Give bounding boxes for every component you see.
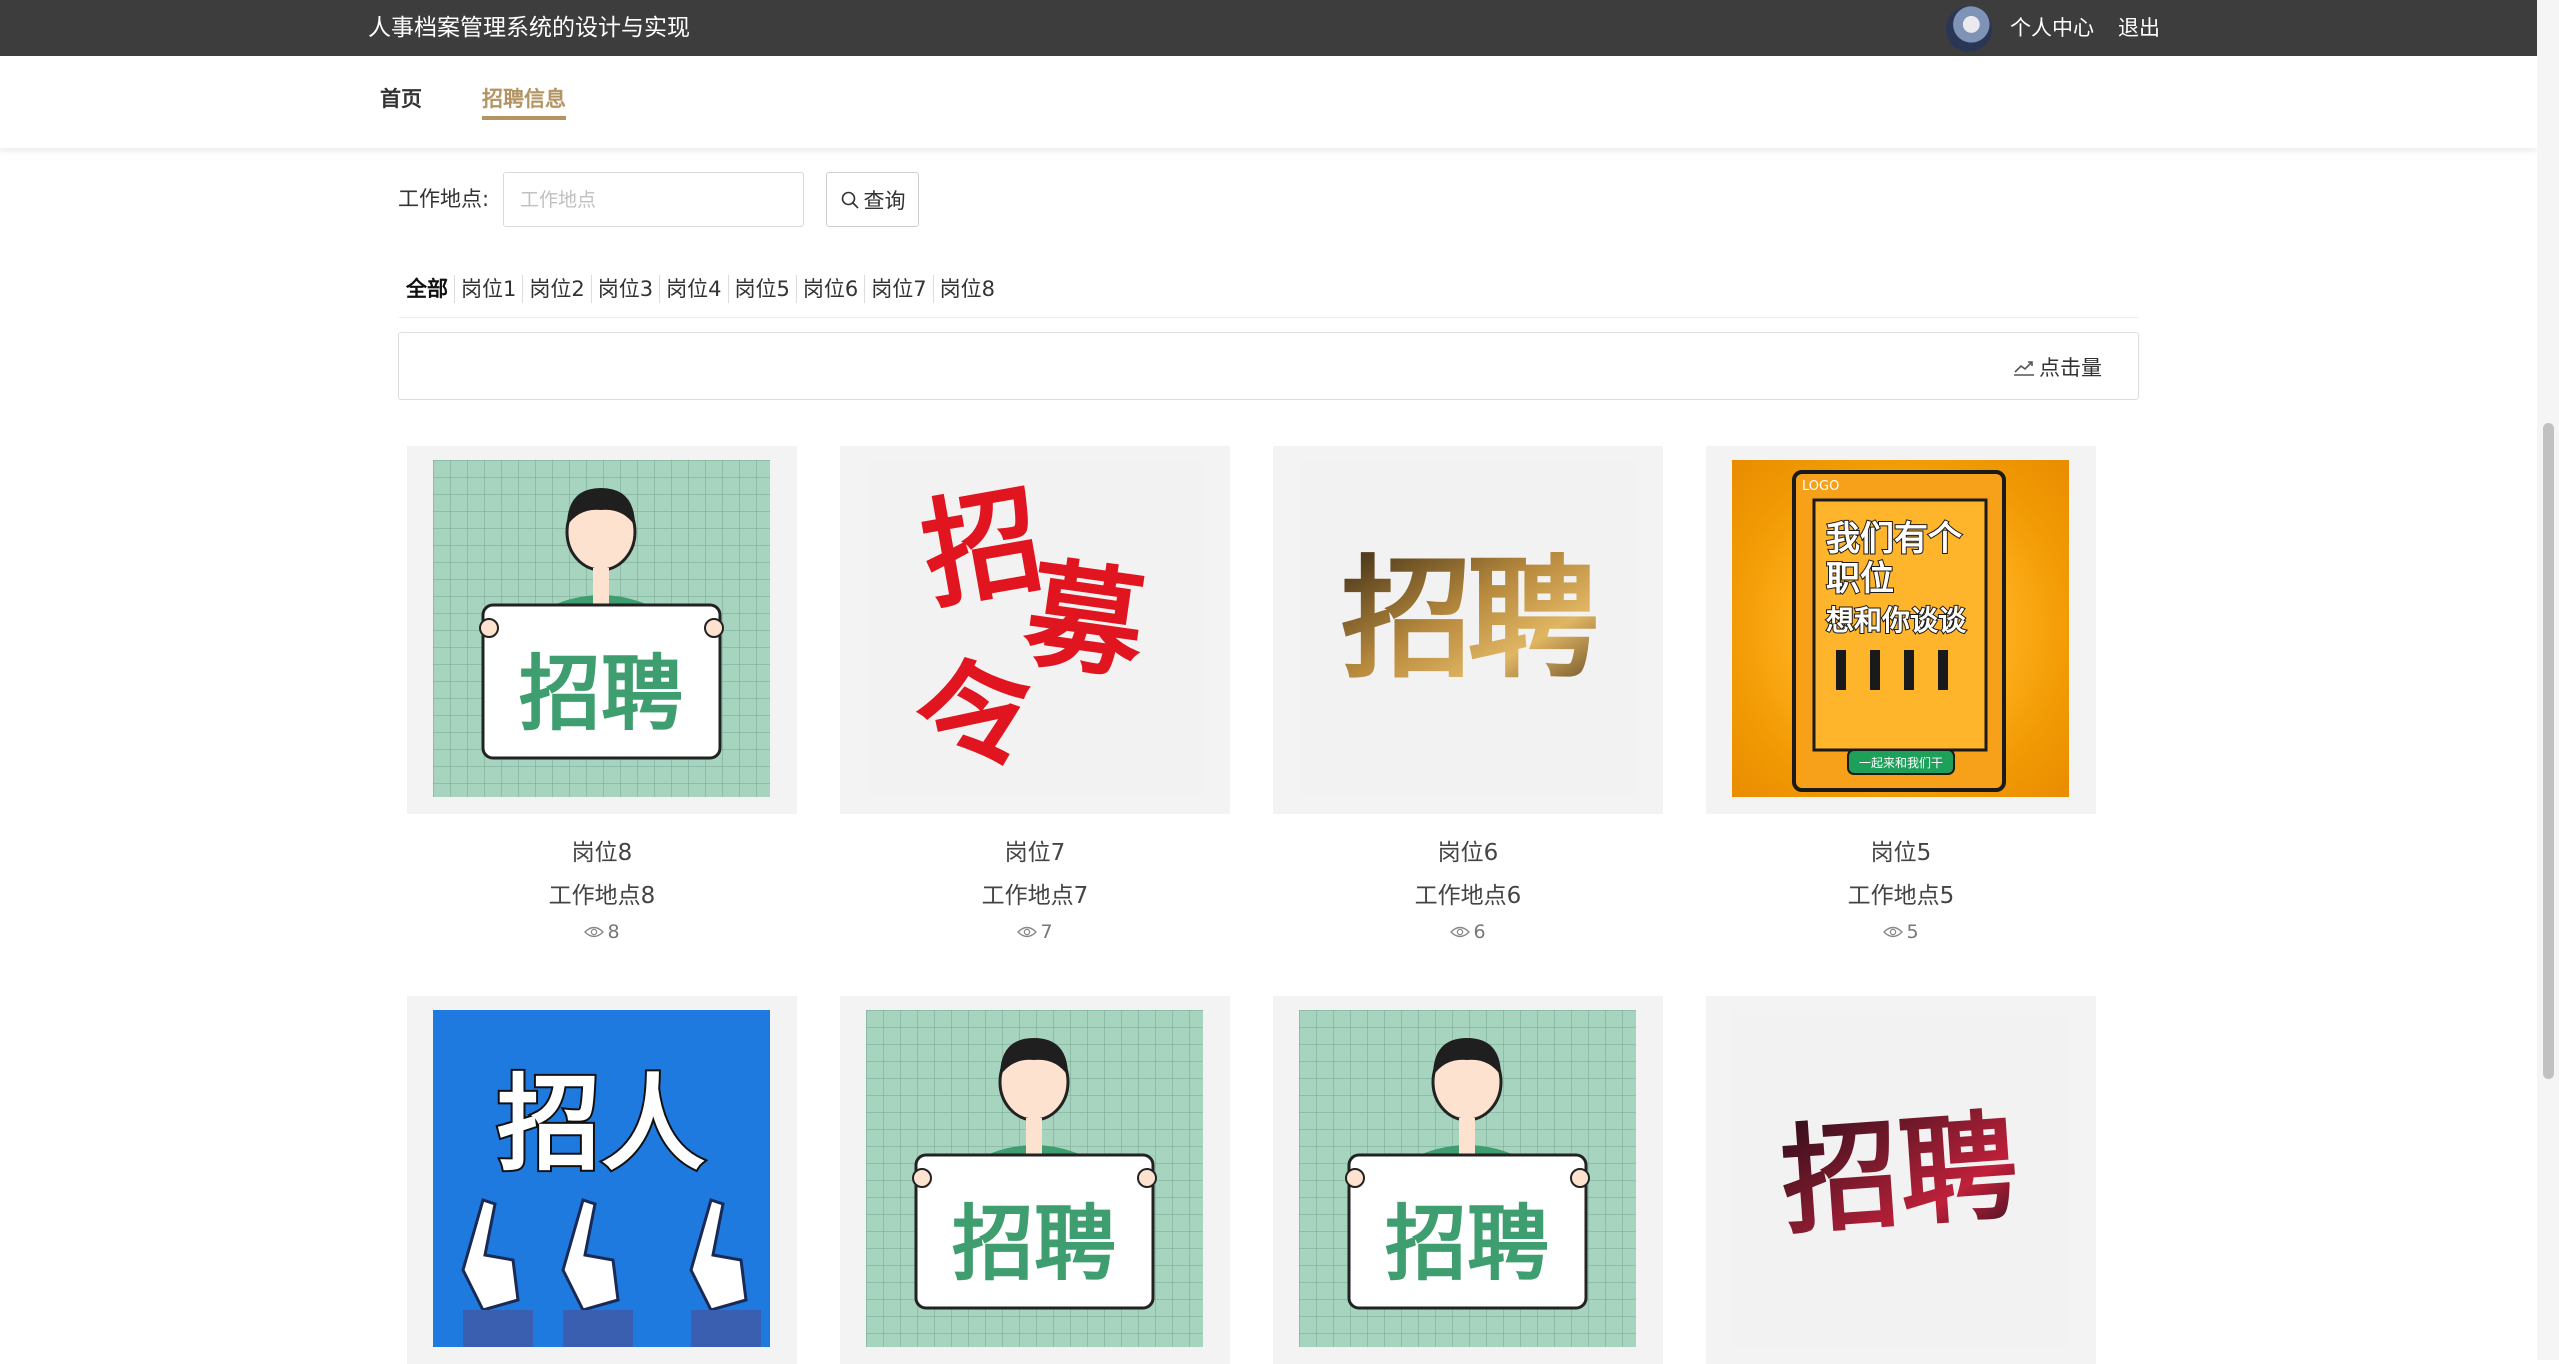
hiring-sign-text: 招聘 — [519, 647, 683, 742]
view-count: 7 — [1040, 921, 1053, 943]
job-views: 7 — [840, 919, 1230, 945]
top-bar: 人事档案管理系统的设计与实现 个人中心 退出 — [0, 0, 2537, 56]
search-icon — [841, 191, 859, 209]
page-scrollbar-thumb[interactable] — [2543, 423, 2554, 1079]
job-card-image-frame: LOGO 我们有个 职位 想和你谈谈 一起来和我们干 — [1706, 446, 2096, 814]
location-search-input[interactable] — [503, 172, 804, 227]
job-location: 工作地点8 — [548, 883, 656, 909]
hiring-sign-image: 招聘 — [866, 1010, 1203, 1347]
job-card-image-frame: 招 募 令 — [840, 446, 1230, 814]
nav-item-home[interactable]: 首页 — [380, 82, 422, 116]
calligraphy-char: 募 — [1016, 543, 1154, 697]
poster-line: 职位 — [1826, 559, 1894, 599]
gold-hiring-image: 招聘 — [1299, 460, 1636, 797]
job-card[interactable]: 招聘 — [1706, 996, 2096, 1364]
job-card[interactable]: 招聘 岗位6 工作地点6 6 — [1273, 446, 1663, 945]
job-card-image-frame: 招聘 — [1273, 446, 1663, 814]
view-count: 8 — [607, 921, 620, 943]
blue-hiring-image: 招人 — [433, 1010, 770, 1347]
category-tabs: 全部 岗位1 岗位2 岗位3 岗位4 岗位5 岗位6 岗位7 岗位8 — [399, 275, 2139, 318]
job-name: 岗位6 — [1437, 840, 1499, 866]
tab-position-7[interactable]: 岗位7 — [864, 275, 932, 303]
poster-logo: LOGO — [1802, 479, 1839, 494]
avatar[interactable] — [1946, 6, 1992, 52]
job-card[interactable]: LOGO 我们有个 职位 想和你谈谈 一起来和我们干 岗位5 工作地点5 5 — [1706, 446, 2096, 945]
trend-chart-icon — [2014, 361, 2034, 376]
sort-by-clicks-button[interactable]: 点击量 — [2013, 352, 2102, 382]
sort-bar: 点击量 — [398, 332, 2139, 400]
poster-line: 想和你谈谈 — [1826, 604, 1967, 637]
eye-icon — [1883, 926, 1904, 938]
sort-label: 点击量 — [2039, 356, 2102, 380]
poster-line: 我们有个 — [1826, 519, 1962, 559]
search-label: 工作地点: — [398, 187, 490, 211]
blue-hiring-text: 招人 — [497, 1063, 705, 1185]
view-count: 6 — [1473, 921, 1486, 943]
view-count: 5 — [1906, 921, 1919, 943]
job-location: 工作地点6 — [1414, 883, 1522, 909]
tab-position-3[interactable]: 岗位3 — [590, 275, 659, 303]
gold-hiring-text: 招聘 — [1341, 543, 1596, 697]
job-card-image-frame: 招聘 — [1706, 996, 2096, 1364]
nav-active-underline — [482, 116, 566, 120]
job-card[interactable]: 招 募 令 岗位7 工作地点7 7 — [840, 446, 1230, 945]
job-views: 5 — [1706, 919, 2096, 945]
search-button-label: 查询 — [863, 188, 906, 213]
job-views: 8 — [407, 919, 797, 945]
job-location: 工作地点5 — [1847, 883, 1955, 909]
hiring-sign-image: 招聘 — [1299, 1010, 1636, 1347]
poster-button-text: 一起来和我们干 — [1859, 755, 1943, 770]
tab-all[interactable]: 全部 — [399, 275, 454, 303]
logout-link[interactable]: 退出 — [2118, 11, 2160, 45]
job-name: 岗位5 — [1870, 840, 1932, 866]
nav-bar: 首页 招聘信息 — [0, 56, 2537, 148]
hiring-sign-image: 招聘 — [433, 460, 770, 797]
job-card[interactable]: 招聘 — [1273, 996, 1663, 1364]
job-location: 工作地点7 — [981, 883, 1089, 909]
hiring-sign-text: 招聘 — [1385, 1197, 1549, 1292]
job-card-image-frame: 招人 — [407, 996, 797, 1364]
job-name: 岗位8 — [571, 840, 633, 866]
job-card[interactable]: 招聘 岗位8 工作地点8 8 — [407, 446, 797, 945]
job-views: 6 — [1273, 919, 1663, 945]
job-card[interactable]: 招人 — [407, 996, 797, 1364]
orange-poster-image: LOGO 我们有个 职位 想和你谈谈 一起来和我们干 — [1732, 460, 2069, 797]
galaxy-hiring-text: 招聘 — [1777, 1097, 2022, 1251]
tab-position-8[interactable]: 岗位8 — [932, 275, 1001, 303]
eye-icon — [584, 926, 605, 938]
galaxy-hiring-image: 招聘 — [1732, 1010, 2069, 1347]
job-name: 岗位7 — [1004, 840, 1066, 866]
tab-position-4[interactable]: 岗位4 — [659, 275, 727, 303]
hiring-sign-text: 招聘 — [952, 1197, 1116, 1292]
search-button[interactable]: 查询 — [826, 172, 919, 227]
tab-position-2[interactable]: 岗位2 — [522, 275, 590, 303]
eye-icon — [1017, 926, 1038, 938]
eye-icon — [1450, 926, 1471, 938]
job-card[interactable]: 招聘 — [840, 996, 1230, 1364]
job-card-image-frame: 招聘 — [840, 996, 1230, 1364]
tab-position-1[interactable]: 岗位1 — [454, 275, 522, 303]
calligraphy-recruitment-image: 招 募 令 — [866, 460, 1203, 797]
app-title: 人事档案管理系统的设计与实现 — [368, 15, 690, 41]
tab-position-5[interactable]: 岗位5 — [727, 275, 796, 303]
job-card-image-frame: 招聘 — [407, 446, 797, 814]
job-card-image-frame: 招聘 — [1273, 996, 1663, 1364]
profile-link[interactable]: 个人中心 — [2010, 11, 2094, 45]
nav-item-recruitment[interactable]: 招聘信息 — [482, 82, 566, 116]
tab-position-6[interactable]: 岗位6 — [795, 275, 864, 303]
